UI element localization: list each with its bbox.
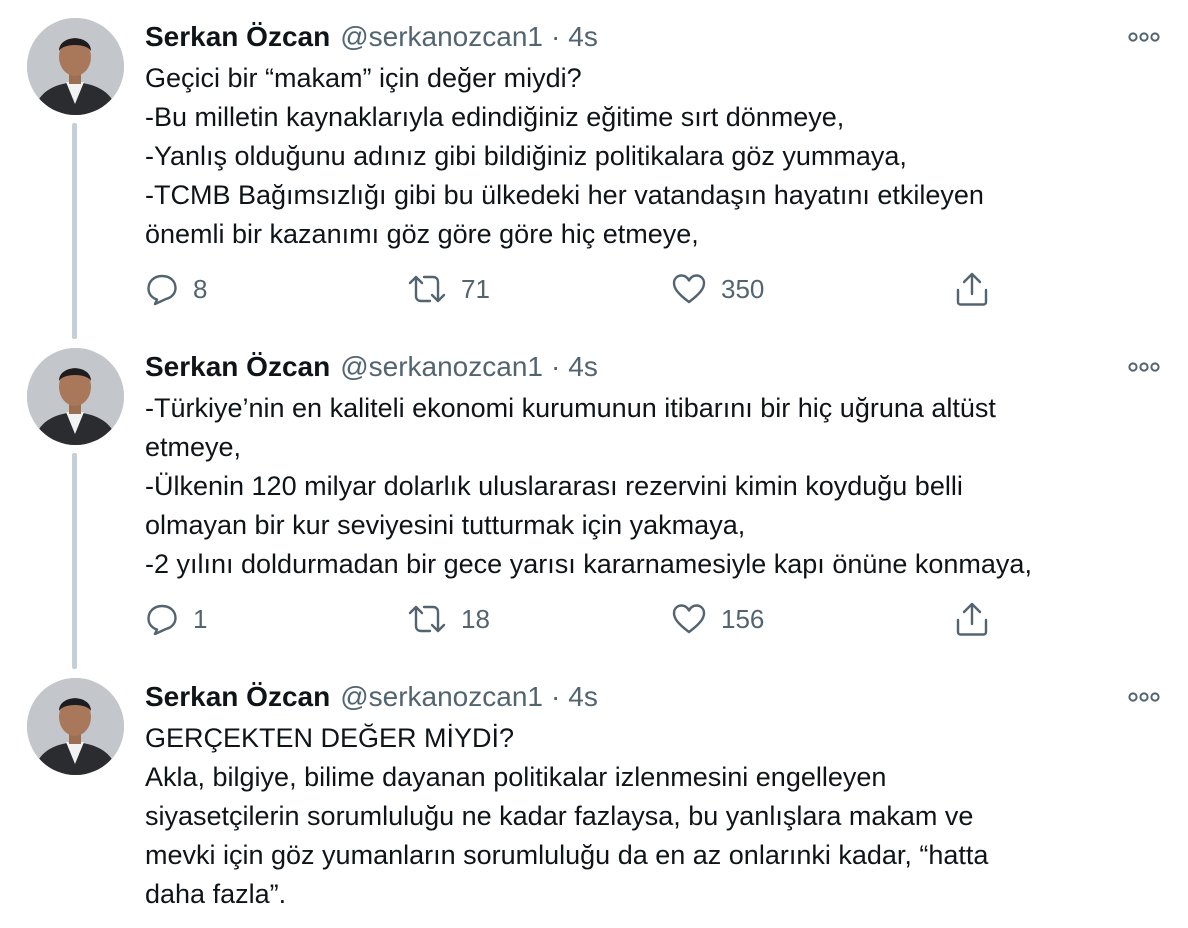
author-name[interactable]: Serkan Özcan — [145, 21, 330, 53]
tweet-text-line: daha fazla”. — [145, 879, 287, 909]
retweet-count: 71 — [461, 273, 490, 304]
like-button[interactable]: 350 — [671, 269, 764, 309]
retweet-icon — [408, 275, 446, 303]
tweet-header: Serkan Özcan @serkanozcan1 · 4s — [145, 347, 598, 387]
reply-button[interactable]: 8 — [145, 269, 207, 309]
tweet-text-line: siyasetçilerin sorumluluğu ne kadar fazl… — [145, 801, 974, 831]
reply-button[interactable]: 1 — [145, 599, 207, 639]
retweet-count: 18 — [461, 603, 490, 634]
more-button[interactable] — [1124, 17, 1164, 57]
author-handle[interactable]: @serkanozcan1 — [340, 351, 543, 383]
tweet-header: Serkan Özcan @serkanozcan1 · 4s — [145, 17, 598, 57]
timestamp[interactable]: 4s — [568, 351, 598, 383]
avatar[interactable] — [27, 18, 124, 115]
heart-icon — [672, 274, 706, 304]
more-horizontal-icon — [1128, 362, 1160, 372]
like-count: 350 — [721, 273, 765, 304]
share-icon — [956, 272, 988, 306]
tweet-text-line: Geçici bir “makam” için değer miydi? — [145, 63, 582, 93]
profile-photo — [27, 348, 124, 445]
tweet-actions: 1 18 156 — [145, 599, 1045, 639]
tweet-header: Serkan Özcan @serkanozcan1 · 4s — [145, 677, 598, 717]
timestamp[interactable]: 4s — [568, 681, 598, 713]
author-handle[interactable]: @serkanozcan1 — [340, 681, 543, 713]
profile-photo — [27, 678, 124, 775]
profile-photo — [27, 18, 124, 115]
tweet-text: -Türkiye’nin en kaliteli ekonomi kurumun… — [145, 389, 1160, 584]
avatar[interactable] — [27, 678, 124, 775]
like-button[interactable]: 156 — [671, 599, 764, 639]
reply-count: 8 — [193, 273, 208, 304]
author-handle[interactable]: @serkanozcan1 — [340, 21, 543, 53]
share-button[interactable] — [955, 269, 989, 309]
separator-dot: · — [550, 351, 561, 382]
tweet-text-line: olmayan bir kur seviyesini tutturmak içi… — [145, 510, 746, 540]
tweet-text-line: -Türkiye’nin en kaliteli ekonomi kurumun… — [145, 393, 996, 423]
timestamp[interactable]: 4s — [568, 21, 598, 53]
tweet-text-line: -TCMB Bağımsızlığı gibi bu ülkedeki her … — [145, 180, 984, 210]
tweet-text-line: -Bu milletin kaynaklarıyla edindiğiniz e… — [145, 102, 845, 132]
thread-line — [72, 630, 77, 652]
tweet-text-line: -2 yılını doldurmadan bir gece yarısı ka… — [145, 549, 1032, 579]
tweet-text-line: GERÇEKTEN DEĞER MİYDİ? — [145, 723, 515, 753]
separator-dot: · — [550, 681, 561, 712]
tweet-text: Geçici bir “makam” için değer miydi? -Bu… — [145, 59, 1160, 254]
tweet-actions: 8 71 350 — [145, 269, 1045, 309]
share-icon — [956, 602, 988, 636]
retweet-icon — [408, 605, 446, 633]
separator-dot: · — [550, 21, 561, 52]
reply-count: 1 — [193, 603, 208, 634]
tweet-text: GERÇEKTEN DEĞER MİYDİ? Akla, bilgiye, bi… — [145, 719, 1160, 914]
author-name[interactable]: Serkan Özcan — [145, 681, 330, 713]
more-horizontal-icon — [1128, 692, 1160, 702]
tweet-text-line: Akla, bilgiye, bilime dayanan politikala… — [145, 762, 887, 792]
tweet-text-line: önemli bir kazanımı göz göre göre hiç et… — [145, 219, 699, 249]
like-count: 156 — [721, 603, 765, 634]
more-horizontal-icon — [1128, 32, 1160, 42]
heart-icon — [672, 604, 706, 634]
reply-icon — [147, 274, 177, 306]
tweet-text-line: -Yanlış olduğunu adınız gibi bildiğiniz … — [145, 141, 907, 171]
more-button[interactable] — [1124, 347, 1164, 387]
author-name[interactable]: Serkan Özcan — [145, 351, 330, 383]
share-button[interactable] — [955, 599, 989, 639]
reply-icon — [147, 604, 177, 636]
tweet-text-line: -Ülkenin 120 milyar dolarlık uluslararas… — [145, 471, 963, 501]
avatar[interactable] — [27, 348, 124, 445]
retweet-button[interactable]: 71 — [407, 269, 490, 309]
tweet-text-line: mevki için göz yumanların sorumluluğu da… — [145, 840, 989, 870]
tweet-text-line: etmeye, — [145, 432, 242, 462]
retweet-button[interactable]: 18 — [407, 599, 490, 639]
more-button[interactable] — [1124, 677, 1164, 717]
thread-line — [72, 300, 77, 322]
